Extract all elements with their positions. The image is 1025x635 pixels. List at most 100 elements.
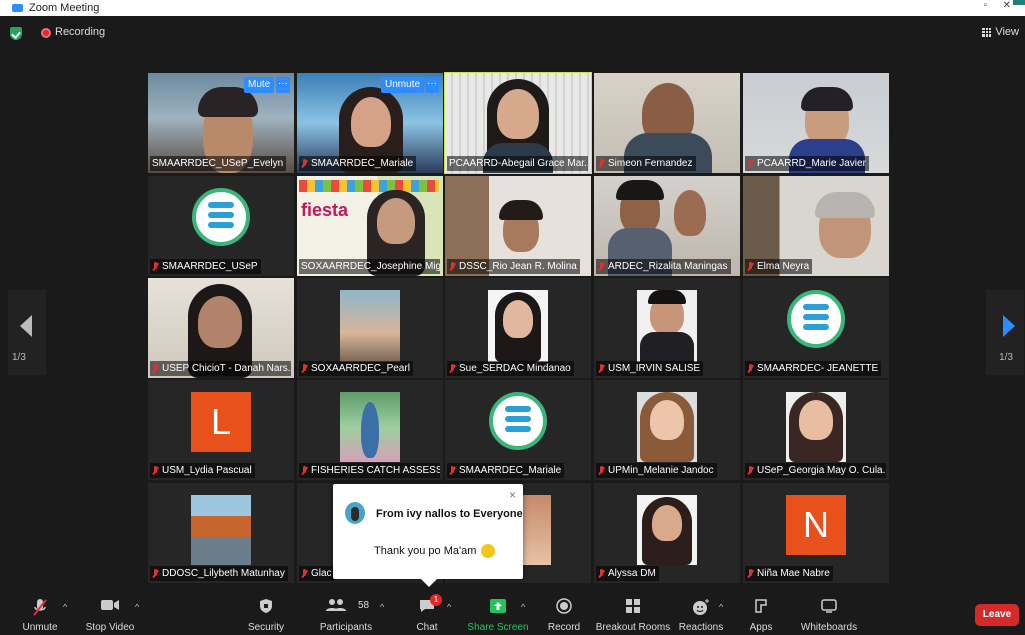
share-options-caret-icon[interactable]: ^ xyxy=(521,602,525,612)
sender-avatar xyxy=(345,502,365,524)
recording-label: Recording xyxy=(55,26,106,38)
breakout-rooms-icon xyxy=(626,599,640,613)
participant-tile[interactable]: Alyssa DM xyxy=(594,483,740,583)
security-button[interactable]: Security xyxy=(245,590,287,635)
close-window-icon[interactable]: ✕ xyxy=(1003,0,1011,11)
participant-name: USEP ChicioT - Danah Nars... xyxy=(150,361,291,376)
muted-mic-icon xyxy=(598,465,605,476)
initial-avatar: L xyxy=(191,392,251,452)
participant-name: SMAARRDEC_USeP_Evelyn xyxy=(150,156,287,171)
participant-tile[interactable]: SMAARRDEC_USeP xyxy=(148,176,294,276)
participant-tile[interactable]: N Niña Mae Nabre xyxy=(743,483,889,583)
participant-name: Alyssa DM xyxy=(596,566,659,581)
participant-tile[interactable]: DDOSC_Lilybeth Matunhay xyxy=(148,483,294,583)
muted-mic-icon xyxy=(301,465,308,476)
encryption-shield-icon[interactable] xyxy=(10,27,22,40)
video-options-caret-icon[interactable]: ^ xyxy=(135,602,139,612)
chat-sender: From ivy nallos to Everyone xyxy=(376,508,523,520)
participant-tile[interactable]: fiesta SOXAARRDEC_Josephine Mig... xyxy=(297,176,443,276)
participant-tile[interactable]: USeP_Georgia May O. Cula... xyxy=(743,380,889,480)
more-options-icon[interactable]: ··· xyxy=(276,77,290,93)
whiteboards-button[interactable]: Whiteboards xyxy=(800,590,858,635)
participants-button[interactable]: 58 Participants xyxy=(318,590,374,635)
muted-mic-icon xyxy=(152,568,159,579)
zoom-meeting-window: Zoom Meeting ▫ ✕ Recording View 1/3 1/3 … xyxy=(0,0,1025,635)
recording-icon[interactable] xyxy=(41,28,51,38)
participant-tile[interactable]: FISHERIES CATCH ASSESSM... xyxy=(297,380,443,480)
initial-avatar: N xyxy=(786,495,846,555)
more-options-icon[interactable]: ··· xyxy=(425,77,439,93)
participant-tile[interactable]: SOXAARRDEC_Pearl xyxy=(297,278,443,378)
participant-tile[interactable]: ARDEC_Rizalita Maningas xyxy=(594,176,740,276)
chat-notification-popup[interactable]: × From ivy nallos to Everyone Thank you … xyxy=(333,484,523,587)
muted-mic-icon xyxy=(747,261,754,272)
participant-tile[interactable]: USEP ChicioT - Danah Nars... xyxy=(148,278,294,378)
record-button[interactable]: Record xyxy=(545,590,583,635)
participant-tile[interactable]: DSSC_Rio Jean R. Molina xyxy=(445,176,591,276)
muted-mic-icon xyxy=(598,158,605,169)
participant-name: DDOSC_Lilybeth Matunhay xyxy=(150,566,288,581)
apps-button[interactable]: Apps xyxy=(746,590,776,635)
view-button[interactable]: View xyxy=(982,26,1019,38)
participant-name: DSSC_Rio Jean R. Molina xyxy=(447,259,580,274)
share-screen-icon xyxy=(490,599,506,613)
apps-icon xyxy=(755,599,767,613)
participant-name: SOXAARRDEC_Pearl xyxy=(299,361,413,376)
participant-tile-active-speaker[interactable]: PCAARRD-Abegail Grace Mar... xyxy=(444,72,592,174)
previous-page-arrow-icon[interactable] xyxy=(20,315,32,337)
participant-name: SMAARRDEC_Mariale xyxy=(447,463,565,478)
minimize-icon[interactable]: ▫ xyxy=(983,0,987,11)
video-camera-icon xyxy=(101,600,119,610)
muted-mic-icon xyxy=(449,363,456,374)
muted-mic-icon xyxy=(152,261,159,272)
participant-tile[interactable]: SMAARRDEC- JEANETTE xyxy=(743,278,889,378)
muted-mic-icon xyxy=(598,261,605,272)
participant-tile[interactable]: Mute ··· SMAARRDEC_USeP_Evelyn xyxy=(148,73,294,173)
participants-icon xyxy=(326,599,346,611)
audio-options-caret-icon[interactable]: ^ xyxy=(63,602,67,612)
participant-tile[interactable]: Unmute ··· SMAARRDEC_Mariale xyxy=(297,73,443,173)
breakout-rooms-button[interactable]: Breakout Rooms xyxy=(596,590,670,635)
chat-button[interactable]: 1 Chat xyxy=(410,590,444,635)
participant-name: UPMin_Melanie Jandoc xyxy=(596,463,717,478)
participant-name: Elma Neyra xyxy=(745,259,813,274)
muted-mic-icon xyxy=(301,568,308,579)
muted-mic-icon xyxy=(152,363,159,374)
participant-tile[interactable]: Simeon Fernandez xyxy=(594,73,740,173)
mute-button[interactable]: Mute xyxy=(244,77,275,93)
participant-tile[interactable]: Sue_SERDAC Mindanao xyxy=(445,278,591,378)
participants-options-caret-icon[interactable]: ^ xyxy=(380,602,384,612)
reactions-button[interactable]: Reactions xyxy=(679,590,723,635)
participants-count: 58 xyxy=(358,600,370,611)
muted-mic-icon xyxy=(301,158,308,169)
participant-tile[interactable]: L USM_Lydia Pascual xyxy=(148,380,294,480)
participant-tile[interactable]: USM_IRVIN SALISE xyxy=(594,278,740,378)
muted-mic-icon xyxy=(747,568,754,579)
record-icon xyxy=(556,598,572,614)
muted-mic-icon xyxy=(598,363,605,374)
next-page-arrow-icon[interactable] xyxy=(1003,315,1015,337)
participant-tile[interactable]: SMAARRDEC_Mariale xyxy=(445,380,591,480)
chat-options-caret-icon[interactable]: ^ xyxy=(447,602,451,612)
security-shield-icon xyxy=(260,599,272,613)
participant-tile[interactable]: PCAARRD_Marie Javier xyxy=(743,73,889,173)
participant-name: SMAARRDEC- JEANETTE xyxy=(745,361,882,376)
title-bar: Zoom Meeting ▫ ✕ xyxy=(0,0,1025,16)
unmute-button[interactable]: Unmute xyxy=(381,77,425,93)
view-label: View xyxy=(995,26,1019,38)
stop-video-button[interactable]: Stop Video xyxy=(84,590,136,635)
window-title: Zoom Meeting xyxy=(29,2,100,14)
unmute-button[interactable]: Unmute xyxy=(18,590,62,635)
muted-mic-icon xyxy=(747,465,754,476)
reactions-options-caret-icon[interactable]: ^ xyxy=(719,602,723,612)
participant-tile[interactable]: UPMin_Melanie Jandoc xyxy=(594,380,740,480)
meeting-toolbar: Unmute ^ Stop Video ^ Security 58 Partic… xyxy=(0,590,1025,635)
participant-tile[interactable]: Elma Neyra xyxy=(743,176,889,276)
close-popup-icon[interactable]: × xyxy=(509,488,516,502)
leave-button[interactable]: Leave xyxy=(975,604,1019,626)
muted-mic-icon xyxy=(301,363,308,374)
muted-mic-icon xyxy=(747,363,754,374)
participant-name: Sue_SERDAC Mindanao xyxy=(447,361,574,376)
share-screen-button[interactable]: Share Screen xyxy=(467,590,529,635)
muted-mic-icon xyxy=(598,568,605,579)
